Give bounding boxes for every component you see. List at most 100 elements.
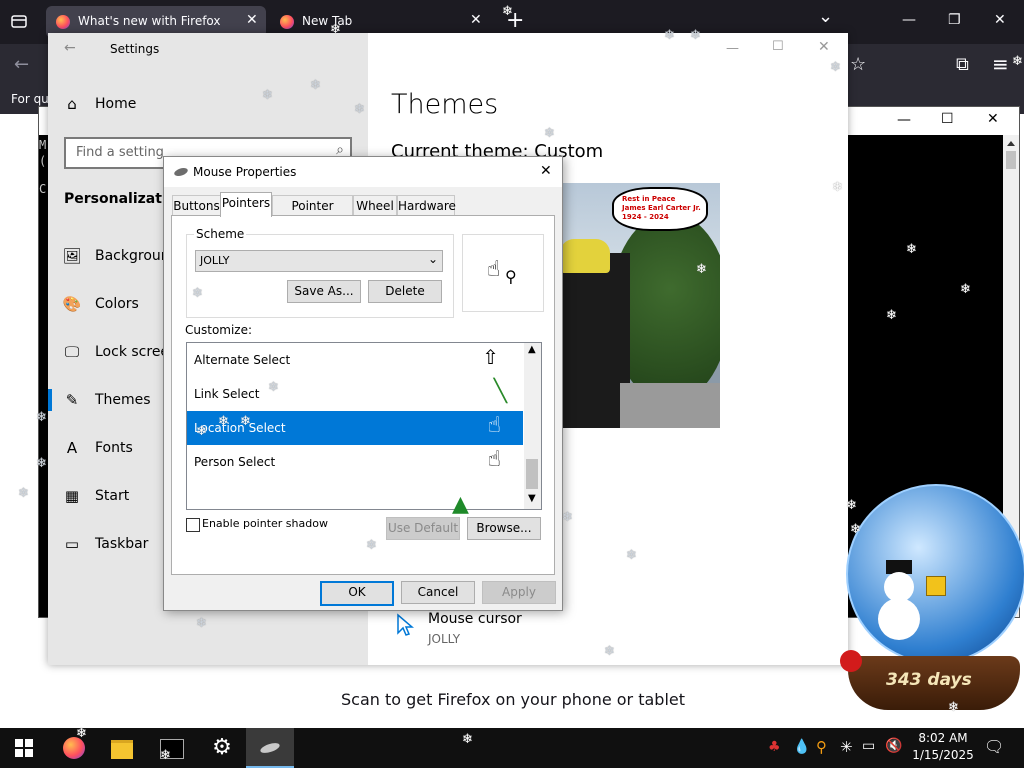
- app-menu-icon[interactable]: ≡: [992, 52, 1009, 76]
- ok-button[interactable]: OK: [320, 581, 394, 606]
- tab-hardware[interactable]: Hardware: [397, 195, 456, 216]
- firefox-logo-icon: [280, 15, 294, 29]
- list-item[interactable]: Alternate Select ⇧: [187, 343, 523, 377]
- snow-globe-widget[interactable]: 343 days: [838, 480, 1024, 720]
- scroll-up-arrow-icon[interactable]: [1007, 141, 1015, 146]
- list-item[interactable]: Person Select ☝: [187, 445, 523, 479]
- snowflake-icon: ❄: [18, 486, 29, 501]
- tray-app-icon[interactable]: ♣: [768, 739, 781, 755]
- bookmark-star-icon[interactable]: ☆: [850, 54, 866, 75]
- christmas-tree-icon: ▲: [452, 492, 469, 517]
- snowflake-icon: ❄: [832, 180, 843, 195]
- save-as-button[interactable]: Save As...: [287, 280, 361, 303]
- mouse-properties-dialog: Mouse Properties ✕ Buttons Pointers Poin…: [163, 156, 563, 611]
- palette-icon: 🎨: [62, 295, 82, 313]
- close-button[interactable]: ✕: [987, 111, 999, 127]
- scroll-down-arrow-icon[interactable]: ▼: [528, 493, 536, 504]
- tab-overview-icon[interactable]: [10, 12, 28, 30]
- mouse-properties-taskbar-icon[interactable]: [246, 728, 294, 768]
- terminal-text: M ( C: [39, 137, 46, 197]
- close-button[interactable]: ✕: [818, 39, 830, 55]
- snowflake-icon: ❄: [76, 726, 87, 741]
- minimize-button[interactable]: —: [726, 41, 739, 56]
- theme-preview-image[interactable]: Rest in Peace James Earl Carter Jr. 1924…: [560, 183, 720, 428]
- tray-snowflake-icon[interactable]: ✳: [840, 738, 853, 756]
- snowflake-icon: ❄: [906, 242, 917, 257]
- location-pin-icon: ⚲: [505, 267, 517, 286]
- chevron-down-icon: ⌄: [427, 252, 438, 266]
- minimize-button[interactable]: —: [897, 112, 911, 128]
- scheme-select[interactable]: JOLLY ⌄: [195, 250, 443, 272]
- lock-screen-icon: 🖵: [64, 343, 80, 361]
- tab-buttons[interactable]: Buttons: [172, 195, 221, 216]
- nav-home[interactable]: ⌂ Home: [62, 90, 362, 120]
- list-all-tabs-button[interactable]: ⌄: [818, 6, 833, 27]
- tab-wheel[interactable]: Wheel: [353, 195, 397, 216]
- close-button[interactable]: ✕: [994, 12, 1006, 28]
- caption-line: Rest in Peace: [622, 195, 676, 203]
- tray-drop-icon[interactable]: 💧: [793, 739, 810, 755]
- use-default-button[interactable]: Use Default: [386, 517, 460, 540]
- tab-pointers[interactable]: Pointers: [220, 192, 272, 217]
- apply-button[interactable]: Apply: [482, 581, 556, 604]
- back-button[interactable]: ←: [14, 54, 29, 75]
- hand-person-cursor-icon: ☝: [487, 447, 501, 472]
- clock[interactable]: 8:02 AM 1/15/2025: [910, 730, 976, 764]
- nav-label: Start: [95, 488, 130, 504]
- snowflake-icon: ❄: [160, 748, 171, 763]
- notifications-icon[interactable]: 🗨: [984, 737, 1004, 756]
- start-button[interactable]: [0, 728, 48, 768]
- back-button[interactable]: ←: [64, 40, 76, 56]
- volume-muted-icon[interactable]: 🔇: [885, 738, 902, 754]
- ornament-icon: [840, 650, 862, 672]
- minimize-button[interactable]: —: [902, 12, 916, 28]
- list-item-selected[interactable]: Location Select ☝: [187, 411, 523, 445]
- maximize-button[interactable]: ☐: [941, 111, 954, 127]
- folder-icon: [111, 740, 133, 759]
- tab-label: New Tab: [302, 14, 353, 28]
- close-tab-icon[interactable]: ✕: [246, 12, 258, 28]
- scrollbar-thumb[interactable]: [526, 459, 538, 489]
- snowflake-icon: ❄: [544, 126, 555, 141]
- snowflake-icon: ❄: [268, 380, 279, 395]
- mouse-cursor-setting[interactable]: Mouse cursor JOLLY: [396, 611, 596, 651]
- terminal-taskbar-icon[interactable]: [148, 728, 196, 768]
- settings-taskbar-icon[interactable]: ⚙: [198, 728, 246, 768]
- list-item[interactable]: Link Select ╲: [187, 377, 523, 411]
- cancel-button[interactable]: Cancel: [401, 581, 475, 604]
- tray-search-icon[interactable]: ⚲: [816, 738, 827, 756]
- nav-label: Taskbar: [95, 536, 149, 552]
- page-title: Themes: [391, 89, 499, 120]
- pointers-panel: Scheme JOLLY ⌄ Save As... Delete ☝ ⚲ Cus…: [171, 215, 555, 575]
- scroll-up-arrow-icon[interactable]: ▲: [528, 344, 536, 355]
- caption-line: James Earl Carter Jr.: [622, 204, 701, 212]
- delete-button[interactable]: Delete: [368, 280, 442, 303]
- snowflake-icon: ❄: [948, 700, 959, 715]
- enable-shadow-checkbox[interactable]: [186, 518, 200, 532]
- firefox-logo-icon: [56, 15, 70, 29]
- file-explorer-icon[interactable]: [98, 728, 146, 768]
- snowflake-icon: ❄: [664, 28, 675, 43]
- tab-pointer-options[interactable]: Pointer Options: [272, 195, 353, 233]
- snowflake-icon: ❄: [850, 522, 861, 537]
- snowflake-icon: ❄: [330, 22, 341, 37]
- maximize-button[interactable]: ☐: [772, 39, 784, 54]
- enable-shadow-label: Enable pointer shadow: [202, 517, 328, 530]
- close-button[interactable]: ✕: [540, 163, 552, 179]
- windows-taskbar: ⚙ ♣ 💧 ⚲ ✳ ▭ 🔇 8:02 AM 1/15/2025 🗨: [0, 728, 1024, 768]
- scrollbar-thumb[interactable]: [1006, 151, 1016, 169]
- preview-ground: [620, 383, 720, 428]
- hand-cursor-icon: ☝: [487, 257, 501, 282]
- list-scrollbar[interactable]: ▲ ▼: [524, 343, 541, 509]
- start-icon: ▦: [64, 487, 80, 505]
- dialog-title-bar: Mouse Properties ✕: [164, 157, 562, 187]
- browse-button[interactable]: Browse...: [467, 517, 541, 540]
- extensions-icon[interactable]: ⧉: [956, 54, 969, 75]
- close-tab-icon[interactable]: ✕: [470, 12, 482, 28]
- maximize-button[interactable]: ❐: [948, 12, 961, 28]
- firefox-taskbar-icon[interactable]: [50, 728, 98, 768]
- snowflake-icon: ❄: [36, 410, 47, 425]
- speech-bubble: Rest in Peace James Earl Carter Jr. 1924…: [612, 187, 708, 231]
- customize-label: Customize:: [185, 323, 253, 337]
- network-icon[interactable]: ▭: [862, 738, 875, 754]
